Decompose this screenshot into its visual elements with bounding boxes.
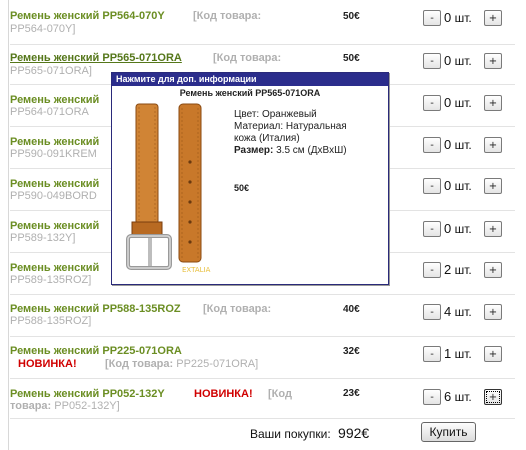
quantity-value: 0 шт. — [444, 178, 472, 193]
decrease-quantity-button[interactable]: - — [423, 10, 441, 26]
product-row: Ремень женский PP225-071ORA НОВИНКА! [Ко… — [10, 338, 515, 379]
increase-quantity-button[interactable]: + — [484, 304, 502, 320]
product-code: [Код товара: — [193, 10, 262, 22]
popup-material-origin: кожа (Италия) — [234, 133, 300, 144]
decrease-quantity-button[interactable]: - — [423, 346, 441, 362]
product-price: 50€ — [343, 11, 360, 22]
increase-quantity-button[interactable]: + — [484, 221, 502, 237]
quantity-value: 2 шт. — [444, 262, 472, 277]
decrease-quantity-button[interactable]: - — [423, 262, 441, 278]
product-name[interactable]: Ремень женский — [10, 136, 99, 148]
product-name[interactable]: Ремень женский — [10, 220, 99, 232]
product-info-popup[interactable]: Нажмите для доп. информации Ремень женск… — [111, 72, 389, 285]
quantity-value: 1 шт. — [444, 346, 472, 361]
product-name[interactable]: Ремень женский PP565-071ORA — [10, 52, 182, 64]
product-code-value: PP588-135ROZ] — [10, 315, 92, 327]
product-price: 23€ — [343, 388, 360, 399]
popup-size: Размер: 3.5 см (ДхВхШ) — [234, 145, 347, 156]
increase-quantity-button[interactable]: + — [484, 346, 502, 362]
product-code-value: товара: PP052-132Y] — [10, 400, 120, 412]
increase-quantity-button[interactable]: + — [484, 178, 502, 194]
cart-total-value: 992€ — [338, 425, 370, 441]
product-name[interactable]: Ремень женский — [10, 178, 99, 190]
quantity-value: 0 шт. — [444, 95, 472, 110]
product-code-value: PP589-135ROZ] — [10, 274, 92, 286]
quantity-value: 0 шт. — [444, 10, 472, 25]
new-badge: НОВИНКА! — [194, 388, 253, 400]
decrease-quantity-button[interactable]: - — [423, 389, 441, 405]
buy-button[interactable]: Купить — [421, 422, 476, 442]
product-row: Ремень женский PP564-070Y [Код товара: P… — [10, 4, 515, 45]
product-code-value: PP590-049BORD — [10, 190, 97, 202]
increase-quantity-button[interactable]: + — [484, 95, 502, 111]
quantity-value: 4 шт. — [444, 304, 472, 319]
product-code: [Код — [268, 388, 292, 400]
decrease-quantity-button[interactable]: - — [423, 53, 441, 69]
product-code-value: PP590-091KREM — [10, 148, 97, 160]
product-row: Ремень женский PP052-132Y НОВИНКА! [Код … — [10, 380, 515, 419]
product-name[interactable]: Ремень женский PP564-070Y — [10, 10, 165, 22]
popup-material: Материал: Натуральная — [234, 121, 347, 132]
product-code-value: PP564-070Y] — [10, 23, 76, 35]
popup-header[interactable]: Нажмите для доп. информации — [112, 73, 388, 86]
product-price: 40€ — [343, 304, 360, 315]
increase-quantity-button[interactable]: + — [484, 262, 502, 278]
new-badge: НОВИНКА! — [18, 358, 77, 370]
product-price: 32€ — [343, 346, 360, 357]
product-code-value: PP564-071ORA — [10, 106, 89, 118]
product-name[interactable]: Ремень женский — [10, 94, 99, 106]
increase-quantity-button[interactable]: + — [484, 137, 502, 153]
quantity-value: 0 шт. — [444, 53, 472, 68]
product-name[interactable]: Ремень женский PP225-071ORA — [10, 345, 182, 357]
product-name[interactable]: Ремень женский PP052-132Y — [10, 388, 165, 400]
product-name[interactable]: Ремень женский PP588-135ROZ — [10, 303, 181, 315]
popup-price: 50€ — [234, 183, 250, 193]
product-name[interactable]: Ремень женский — [10, 262, 99, 274]
product-code: [Код товара: — [203, 303, 272, 315]
belt-image: EXTALIA — [122, 102, 223, 275]
quantity-value: 0 шт. — [444, 221, 472, 236]
quantity-value: 0 шт. — [444, 137, 472, 152]
popup-color: Цвет: Оранжевый — [234, 109, 317, 120]
cart-total: Ваши покупки: 992€ — [250, 425, 369, 441]
product-code-value: PP589-132Y] — [10, 232, 76, 244]
cart-total-label: Ваши покупки: — [250, 427, 331, 441]
decrease-quantity-button[interactable]: - — [423, 304, 441, 320]
popup-title: Ремень женский PP565-071ORA — [179, 88, 321, 98]
product-code: [Код товара: — [213, 52, 282, 64]
decrease-quantity-button[interactable]: - — [423, 178, 441, 194]
quantity-value: 6 шт. — [444, 389, 472, 404]
decrease-quantity-button[interactable]: - — [423, 221, 441, 237]
increase-quantity-button[interactable]: + — [484, 53, 502, 69]
increase-quantity-button[interactable]: + — [484, 10, 502, 26]
increase-quantity-button[interactable]: + — [484, 389, 502, 405]
decrease-quantity-button[interactable]: - — [423, 137, 441, 153]
product-code: [Код товара: PP225-071ORA] — [105, 358, 259, 370]
svg-text:EXTALIA: EXTALIA — [182, 266, 211, 274]
decrease-quantity-button[interactable]: - — [423, 95, 441, 111]
product-row: Ремень женский PP588-135ROZ [Код товара:… — [10, 296, 515, 337]
product-code-value: PP565-071ORA] — [10, 65, 92, 77]
product-price: 50€ — [343, 53, 360, 64]
popup-specs: Цвет: Оранжевый Материал: Натуральная ко… — [234, 109, 384, 157]
